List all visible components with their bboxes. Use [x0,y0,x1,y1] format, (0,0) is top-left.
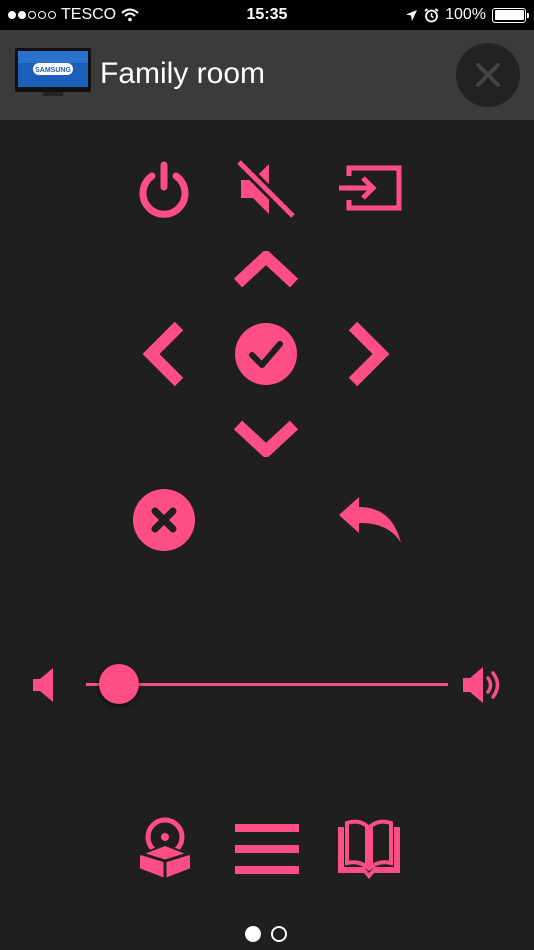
svg-text:SAMSUNG: SAMSUNG [35,67,71,74]
location-arrow-icon [406,9,418,21]
exit-icon [133,489,195,551]
close-icon [476,63,500,87]
guide-button[interactable] [335,816,403,882]
tv-thumbnail-icon: SAMSUNG [15,48,91,96]
chevron-up-icon [234,251,298,288]
dpad-down-button[interactable] [234,412,298,458]
volume-up-button[interactable] [458,662,508,708]
power-icon [139,161,189,218]
ok-check-icon [235,323,297,385]
alarm-icon [424,7,439,22]
volume-down-button[interactable] [26,664,58,706]
room-title: Family room [100,57,266,90]
guide-icon [338,819,400,879]
back-button[interactable] [334,492,404,548]
dpad-up-button[interactable] [234,250,298,296]
chevron-down-icon [234,420,298,457]
dpad-left-button[interactable] [140,322,188,386]
menu-icon [235,824,299,874]
volume-slider-thumb[interactable] [98,664,139,704]
battery-icon [492,7,529,23]
input-source-icon [339,165,402,211]
close-button[interactable] [456,43,520,107]
input-source-button[interactable] [336,162,404,218]
mute-icon [235,158,297,220]
status-bar: TESCO 15:35 100% [0,0,534,30]
ok-button[interactable] [234,322,298,386]
chevron-left-icon [142,322,184,386]
remote-header: SAMSUNG Family room [0,30,534,120]
back-icon [339,497,401,543]
page-indicator-2[interactable] [271,926,287,942]
media-button[interactable] [134,816,196,882]
battery-percent: 100% [445,6,486,23]
chevron-right-icon [348,322,390,386]
status-right: 100% [405,6,529,24]
volume-slider-track[interactable] [86,683,448,686]
mute-button[interactable] [232,155,300,223]
menu-button[interactable] [234,818,300,880]
speaker-high-icon [463,667,500,703]
speaker-low-icon [33,668,53,702]
exit-button[interactable] [132,488,196,552]
page-indicator-1[interactable] [245,926,261,942]
media-icon [138,817,192,881]
power-button[interactable] [131,157,197,223]
dpad-right-button[interactable] [344,322,392,386]
